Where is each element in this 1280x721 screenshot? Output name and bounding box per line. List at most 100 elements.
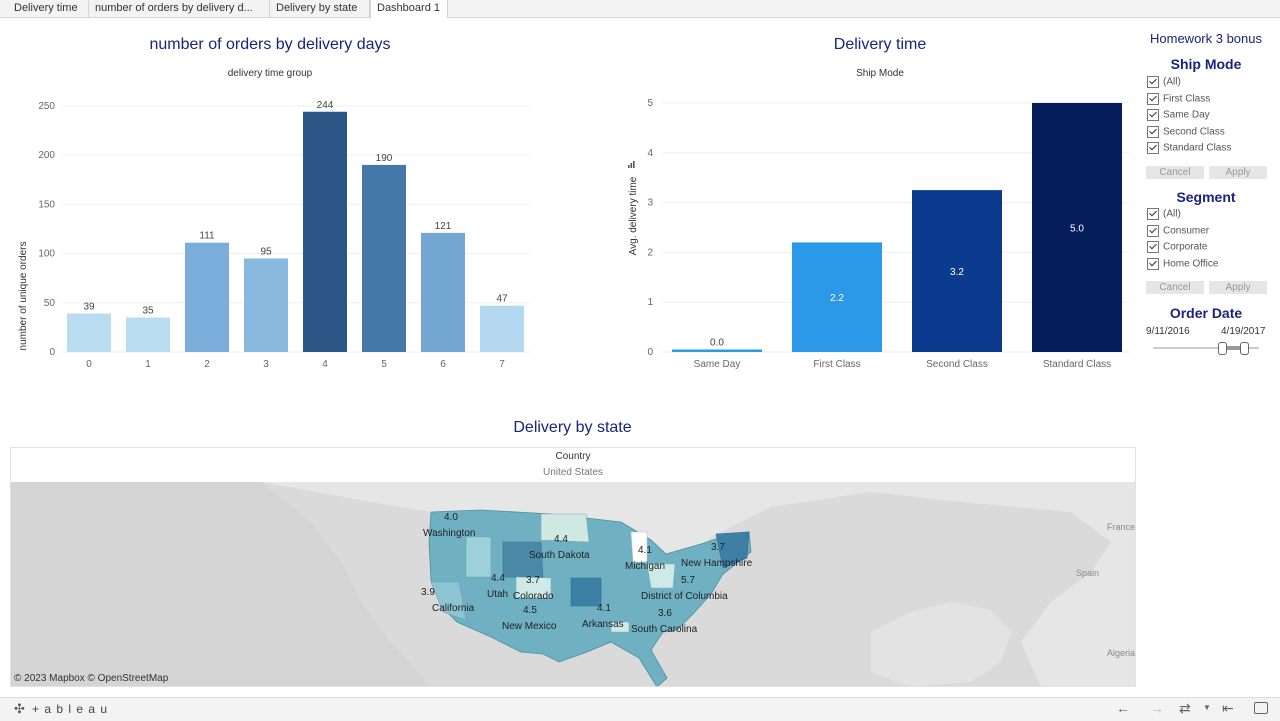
orders-bar[interactable] — [244, 258, 288, 352]
delivery-y-tick: 1 — [647, 297, 653, 308]
segment-apply-button[interactable]: Apply — [1209, 281, 1267, 294]
map-state-label: Colorado — [513, 591, 554, 602]
ship-mode-option-all[interactable]: (All) — [1147, 76, 1181, 90]
delivery-chart-subtitle: Ship Mode — [856, 68, 904, 79]
undo-icon[interactable]: ← — [1116, 700, 1130, 716]
redo-icon[interactable]: → — [1150, 700, 1164, 716]
orders-bar-value-label: 35 — [142, 306, 154, 317]
orders-x-tick: 1 — [145, 359, 151, 370]
checkbox-checked-icon[interactable] — [1147, 225, 1159, 237]
tab-delivery-by-state[interactable]: Delivery by state — [270, 0, 370, 17]
tab-dashboard-1[interactable]: Dashboard 1 — [370, 0, 448, 18]
orders-bar[interactable] — [362, 164, 406, 352]
delivery-bar-value-label: 0.0 — [710, 338, 724, 349]
delivery-map[interactable]: Country United States 4.0 Washington 4.4… — [10, 447, 1136, 687]
orders-bar[interactable] — [67, 313, 111, 352]
chevron-down-icon[interactable]: ▼ — [1203, 703, 1211, 712]
checkbox-checked-icon[interactable] — [1147, 126, 1159, 138]
map-value-label: 3.7 — [526, 575, 540, 586]
orders-x-tick: 5 — [381, 359, 387, 370]
orders-bar-chart: number of unique orders 0 50 100 150 200… — [18, 100, 530, 370]
ship-mode-option-same-day[interactable]: Same Day — [1147, 109, 1210, 123]
segment-option-all[interactable]: (All) — [1147, 208, 1181, 222]
orders-y-tick: 200 — [38, 150, 55, 161]
revert-icon[interactable]: ⇄ — [1179, 700, 1191, 717]
ship-mode-apply-button[interactable]: Apply — [1209, 166, 1267, 179]
ship-mode-filter-title: Ship Mode — [1170, 56, 1242, 72]
orders-bar[interactable] — [185, 242, 229, 352]
orders-chart-subtitle: delivery time group — [227, 68, 313, 79]
checkbox-checked-icon[interactable] — [1147, 76, 1159, 88]
map-state-label: Michigan — [625, 561, 666, 572]
orders-y-tick: 50 — [44, 298, 56, 309]
ship-mode-cancel-button[interactable]: Cancel — [1146, 166, 1204, 179]
orders-x-tick: 6 — [440, 359, 446, 370]
orders-y-tick: 250 — [38, 101, 55, 112]
tab-orders-by-delivery-days[interactable]: number of orders by delivery d... — [89, 0, 270, 17]
map-state-label: Arkansas — [582, 619, 624, 630]
orders-x-tick: 7 — [499, 359, 505, 370]
delivery-x-tick: Second Class — [926, 359, 988, 370]
orders-y-axis-label: number of unique orders — [18, 242, 29, 351]
segment-option-home-office[interactable]: Home Office — [1147, 258, 1218, 272]
delivery-y-axis-label: Avg. delivery time — [628, 176, 639, 255]
ship-mode-option-first-class[interactable]: First Class — [1147, 93, 1210, 107]
map-value-label: 3.6 — [658, 608, 672, 619]
reset-icon[interactable]: ⇤ — [1222, 700, 1234, 717]
segment-cancel-button[interactable]: Cancel — [1146, 281, 1204, 294]
delivery-x-tick: Standard Class — [1043, 359, 1111, 370]
ship-mode-option-standard-class[interactable]: Standard Class — [1147, 142, 1231, 156]
order-date-slider-start-handle[interactable] — [1218, 342, 1227, 355]
tab-delivery-time[interactable]: Delivery time — [8, 0, 89, 17]
orders-x-tick: 0 — [86, 359, 92, 370]
orders-bar[interactable] — [126, 317, 170, 352]
delivery-bar[interactable] — [672, 349, 762, 352]
orders-chart-title: number of orders by delivery days — [149, 36, 391, 53]
orders-bar[interactable] — [421, 232, 465, 352]
checkbox-checked-icon[interactable] — [1147, 258, 1159, 270]
orders-y-tick: 100 — [38, 249, 55, 260]
map-country-name: Algeria — [1107, 648, 1136, 658]
map-state-label: New Hampshire — [681, 558, 753, 569]
orders-x-tick: 2 — [204, 359, 210, 370]
segment-option-consumer[interactable]: Consumer — [1147, 225, 1209, 239]
map-state-label: Washington — [423, 528, 476, 539]
orders-bar[interactable] — [480, 305, 524, 352]
map-value-label: 3.9 — [421, 587, 435, 598]
delivery-x-tick: Same Day — [694, 359, 741, 370]
segment-filter-title: Segment — [1176, 189, 1236, 205]
dashboard-heading: Homework 3 bonus — [1150, 31, 1262, 46]
us-state-map[interactable] — [11, 482, 1135, 687]
country-value[interactable]: United States — [11, 467, 1135, 478]
delivery-y-tick: 4 — [647, 148, 653, 159]
checkbox-checked-icon[interactable] — [1147, 93, 1159, 105]
checkbox-checked-icon[interactable] — [1147, 208, 1159, 220]
map-state-label: South Carolina — [631, 624, 698, 635]
fullscreen-icon[interactable] — [1254, 702, 1268, 714]
checkbox-checked-icon[interactable] — [1147, 142, 1159, 154]
map-attribution[interactable]: © 2023 Mapbox © OpenStreetMap — [14, 673, 168, 684]
delivery-time-bar-chart: Avg. delivery time 0 1 2 3 4 5 0.0 Same D… — [628, 98, 1130, 370]
state-arkansas[interactable] — [570, 577, 602, 607]
orders-bar[interactable] — [303, 111, 347, 352]
orders-y-tick: 150 — [38, 199, 55, 210]
sheet-tab-bar: Delivery time number of orders by delive… — [0, 0, 1280, 18]
state-utah[interactable] — [465, 536, 492, 578]
orders-x-tick: 3 — [263, 359, 269, 370]
delivery-chart-title: Delivery time — [833, 36, 927, 53]
tableau-toolbar: ✣ + a b l e a u ← → ⇄ ▼ ⇤ — [0, 697, 1280, 721]
checkbox-checked-icon[interactable] — [1147, 241, 1159, 253]
order-date-slider-end-handle[interactable] — [1240, 342, 1249, 355]
delivery-y-tick: 5 — [647, 98, 653, 109]
map-state-label: California — [432, 603, 475, 614]
bar-chart-icon — [628, 161, 635, 168]
orders-bar-value-label: 111 — [199, 231, 215, 242]
map-value-label: 3.7 — [711, 542, 725, 553]
map-title: Delivery by state — [513, 419, 632, 436]
map-value-label: 4.4 — [554, 534, 568, 545]
map-state-label: Utah — [487, 589, 509, 600]
delivery-y-tick: 2 — [647, 247, 653, 258]
segment-option-corporate[interactable]: Corporate — [1147, 241, 1207, 255]
ship-mode-option-second-class[interactable]: Second Class — [1147, 126, 1225, 140]
checkbox-checked-icon[interactable] — [1147, 109, 1159, 121]
